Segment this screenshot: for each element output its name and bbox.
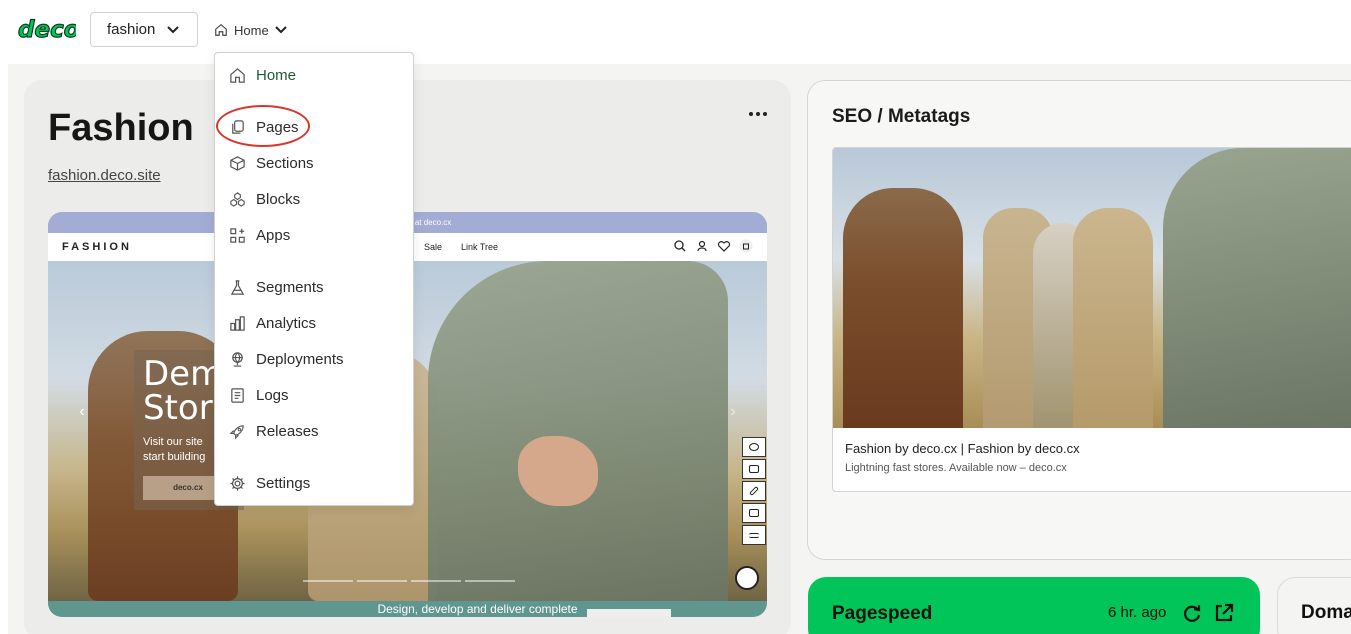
domains-title: Doma — [1301, 602, 1351, 623]
preview-floating-tools — [742, 437, 766, 545]
deco-logo[interactable]: deco — [16, 14, 76, 44]
apps-icon — [230, 227, 245, 243]
menu-item-pages[interactable]: Pages — [215, 114, 413, 140]
preview-nav-link: Link Tree — [461, 242, 499, 252]
menu-item-sections[interactable]: Sections — [215, 150, 413, 176]
breadcrumb-dropdown[interactable]: Home — [214, 18, 287, 42]
chevron-right-icon: › — [730, 403, 736, 420]
site-selector[interactable]: fashion — [90, 12, 198, 47]
menu-item-analytics[interactable]: Analytics — [215, 310, 413, 336]
menu-item-label: Logs — [256, 386, 289, 404]
logo-text: deco — [18, 17, 76, 43]
menu-item-label: Sections — [256, 154, 314, 172]
seo-description: Lightning fast stores. Available now – d… — [845, 462, 1067, 474]
pencil-icon — [742, 481, 766, 501]
menu-item-label: Segments — [256, 278, 324, 296]
menu-item-label: Analytics — [256, 314, 317, 332]
seo-preview[interactable]: Fashion by deco.cx | Fashion by deco.cx … — [832, 147, 1351, 492]
menu-item-releases[interactable]: Releases — [215, 418, 413, 444]
chevron-left-icon: ‹ — [79, 403, 85, 420]
menu-item-label: Home — [256, 66, 297, 84]
bar-chart-icon — [230, 315, 245, 331]
gear-icon — [230, 475, 245, 491]
carousel-dots — [303, 580, 515, 582]
refresh-icon[interactable] — [1181, 602, 1203, 624]
whatsapp-icon — [742, 437, 766, 457]
preview-footer-button — [587, 609, 671, 617]
menu-item-settings[interactable]: Settings — [215, 470, 413, 496]
menu-item-label: Deployments — [256, 350, 344, 368]
menu-item-deployments[interactable]: Deployments — [215, 346, 413, 372]
pages-icon — [232, 119, 244, 134]
chevron-down-icon — [167, 25, 180, 33]
truck-icon — [742, 503, 766, 523]
menu-item-segments[interactable]: Segments — [215, 274, 413, 300]
swap-icon — [742, 525, 766, 545]
search-icon — [673, 239, 687, 253]
navigation-menu: Home Pages Sections Blocks Apps Segments… — [214, 52, 414, 506]
chevron-down-icon — [274, 26, 287, 34]
seo-card-title: SEO / Metatags — [832, 106, 971, 127]
menu-item-blocks[interactable]: Blocks — [215, 186, 413, 212]
cart-icon — [739, 239, 753, 253]
menu-item-home[interactable]: Home — [215, 62, 413, 88]
preview-logo: FASHION — [62, 241, 132, 253]
external-link-icon[interactable] — [1213, 602, 1235, 624]
more-options-button[interactable] — [744, 102, 772, 126]
breadcrumb-label: Home — [234, 22, 269, 38]
menu-item-logs[interactable]: Logs — [215, 382, 413, 408]
menu-item-label: Settings — [256, 474, 311, 492]
home-icon — [230, 67, 245, 83]
rocket-icon — [229, 424, 244, 439]
logs-icon — [231, 387, 244, 403]
chat-icon — [742, 459, 766, 479]
site-url-link[interactable]: fashion.deco.site — [48, 167, 161, 184]
pagespeed-timestamp: 6 hr. ago — [1108, 604, 1167, 621]
preview-nav-link: Sale — [424, 242, 443, 252]
menu-item-label: Apps — [256, 226, 291, 244]
blocks-icon — [230, 191, 245, 207]
site-title: Fashion — [48, 107, 194, 149]
user-icon — [695, 239, 709, 253]
top-bar: deco fashion Home — [0, 0, 1351, 62]
preview-nav-icons — [673, 239, 753, 253]
globe-icon — [232, 351, 243, 367]
flask-icon — [230, 279, 245, 295]
heart-icon — [717, 239, 731, 253]
menu-item-label: Blocks — [256, 190, 301, 208]
preview-hero-text: Visit our site start building — [143, 436, 206, 463]
pagespeed-title: Pagespeed — [832, 603, 933, 624]
seo-og-image — [833, 148, 1351, 428]
cube-icon — [230, 155, 245, 171]
site-selector-label: fashion — [107, 21, 156, 38]
menu-item-apps[interactable]: Apps — [215, 222, 413, 248]
refresh-icon — [735, 566, 759, 590]
home-icon — [215, 24, 227, 36]
seo-page-title: Fashion by deco.cx | Fashion by deco.cx — [845, 441, 1080, 456]
preview-hero-heading: Dem Stor — [143, 354, 224, 428]
menu-item-label: Releases — [256, 422, 319, 440]
menu-item-label: Pages — [256, 118, 299, 136]
